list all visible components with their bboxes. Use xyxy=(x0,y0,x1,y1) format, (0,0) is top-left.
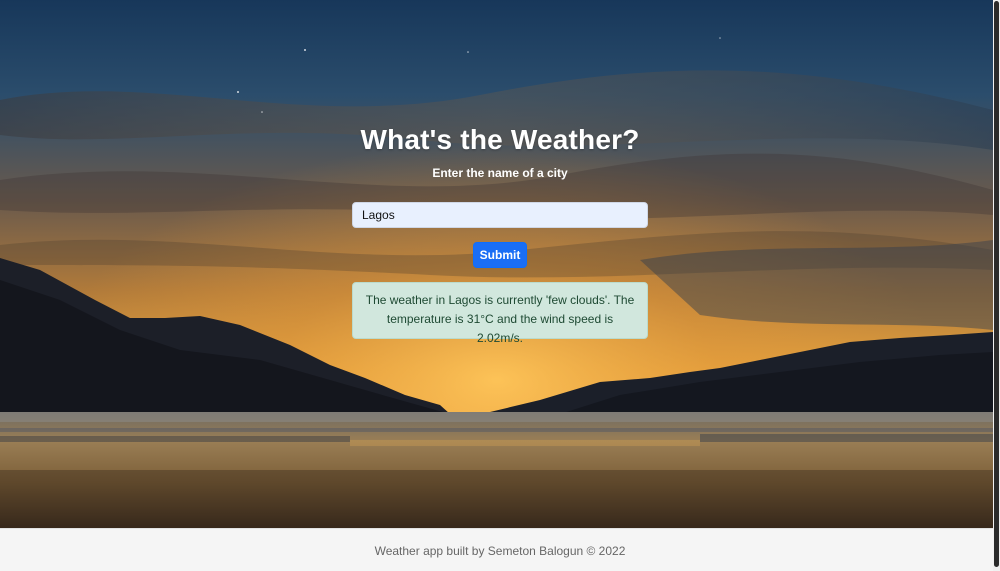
weather-app-page: What's the Weather? Enter the name of a … xyxy=(0,0,1000,571)
page-title: What's the Weather? xyxy=(360,124,640,155)
weather-result-text: The weather in Lagos is currently 'few c… xyxy=(365,293,635,345)
vertical-scrollbar[interactable] xyxy=(993,0,1000,571)
weather-result-alert: The weather in Lagos is currently 'few c… xyxy=(352,282,648,345)
scrollbar-thumb[interactable] xyxy=(994,1,999,567)
city-search-input[interactable] xyxy=(352,202,648,228)
main-content: What's the Weather? Enter the name of a … xyxy=(0,0,993,528)
submit-button[interactable]: Submit xyxy=(473,242,527,268)
footer-credit-text: Weather app built by Semeton Balogun © 2… xyxy=(374,544,626,558)
city-prompt-label: Enter the name of a city xyxy=(432,166,568,180)
footer: Weather app built by Semeton Balogun © 2… xyxy=(0,528,993,571)
